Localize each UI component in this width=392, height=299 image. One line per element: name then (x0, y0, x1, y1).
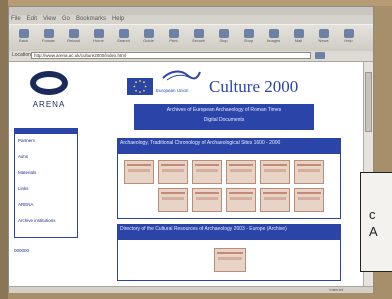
section-header-2[interactable]: Directory of the Cultural Resources of A… (117, 224, 341, 239)
document-thumbnail[interactable] (260, 160, 290, 184)
culture-swirl-icon (162, 70, 201, 81)
visit-counter: 000000 (14, 248, 30, 253)
document-thumbnail[interactable] (192, 188, 222, 212)
menu-help[interactable]: Help (112, 15, 124, 24)
images-icon (268, 29, 279, 38)
nav-header (15, 129, 77, 134)
nav-item-aims[interactable]: Aims (18, 154, 28, 159)
print-button[interactable]: Print (167, 29, 180, 46)
thumbnail-panel-1 (117, 153, 341, 219)
browser-window: File Edit View Go Bookmarks Help Back Fo… (8, 6, 374, 293)
forward-button[interactable]: Forward (42, 29, 55, 46)
stop-icon (218, 29, 229, 38)
document-thumbnail[interactable] (214, 248, 246, 272)
menu-bookmarks[interactable]: Bookmarks (76, 15, 106, 24)
print-icon (168, 29, 179, 38)
status-zone: Internet (329, 287, 343, 292)
menu-view[interactable]: View (43, 15, 56, 24)
document-thumbnail[interactable] (260, 188, 290, 212)
document-thumbnail[interactable] (158, 188, 188, 212)
menu-edit[interactable]: Edit (27, 15, 37, 24)
nav-item-partners[interactable]: Partners (18, 138, 35, 143)
search-icon (118, 29, 129, 38)
navigation-toolbar: Back Forward Reload Home Search Guide Pr… (9, 24, 373, 52)
news-icon (318, 29, 329, 38)
arena-logo-icon (30, 71, 68, 95)
help-button[interactable]: Help (342, 29, 355, 46)
title-bar (9, 7, 373, 15)
address-bar: Location: http://www.arena.ac.uk/culture… (9, 51, 373, 62)
eu-flag-icon (127, 78, 153, 95)
banner-title: Archives of European Archaeology of Roma… (166, 107, 282, 113)
address-label: Location: (12, 52, 33, 58)
document-thumbnail[interactable] (124, 160, 154, 184)
mail-icon (293, 29, 304, 38)
status-bar: Internet (9, 286, 373, 293)
mail-button[interactable]: Mail (292, 29, 305, 46)
eu-caption: European Union (156, 88, 189, 93)
side-navigation: Partners Aims Materials Links ARENA Arch… (14, 128, 78, 238)
culture-2000-title: Culture 2000 (209, 77, 299, 96)
back-button[interactable]: Back (17, 29, 30, 46)
reload-button[interactable]: Reload (67, 29, 80, 46)
thumbnail-panel-2 (117, 239, 341, 281)
shop-icon (243, 29, 254, 38)
news-button[interactable]: News (317, 29, 330, 46)
document-thumbnail[interactable] (226, 188, 256, 212)
home-icon (93, 29, 104, 38)
document-thumbnail[interactable] (192, 160, 222, 184)
nav-item-materials[interactable]: Materials (18, 170, 36, 175)
nav-item-links[interactable]: Links (18, 186, 29, 191)
stop-button[interactable]: Stop (217, 29, 230, 46)
desktop-left-strip (0, 0, 8, 299)
nav-item-archive[interactable]: Archive institutions (18, 218, 56, 223)
page-content: ARENA Partners Aims Materials Links AREN… (9, 62, 363, 286)
go-icon[interactable] (315, 52, 325, 59)
shop-button[interactable]: Shop (242, 29, 255, 46)
logo-text: ARENA (32, 100, 66, 109)
address-input[interactable]: http://www.arena.ac.uk/culture2000/index… (31, 52, 311, 59)
document-thumbnail[interactable] (294, 160, 324, 184)
home-button[interactable]: Home (92, 29, 105, 46)
menu-file[interactable]: File (11, 15, 21, 24)
reload-icon (68, 29, 79, 38)
security-icon (193, 29, 204, 38)
document-thumbnail[interactable] (158, 160, 188, 184)
images-button[interactable]: Images (267, 29, 280, 46)
guide-button[interactable]: Guide (142, 29, 155, 46)
menu-bar: File Edit View Go Bookmarks Help (11, 15, 124, 24)
guide-icon (143, 29, 154, 38)
nav-item-arena[interactable]: ARENA (18, 202, 34, 207)
forward-icon (43, 29, 54, 38)
security-button[interactable]: Security (192, 29, 205, 46)
banner-subtitle: Digital Documents (203, 117, 245, 123)
help-icon (343, 29, 354, 38)
overlay-callout-text: c A (369, 206, 378, 240)
document-thumbnail[interactable] (294, 188, 324, 212)
project-banner[interactable]: Archives of European Archaeology of Roma… (134, 104, 314, 130)
section-header-1[interactable]: Archaeology, Traditional Chronology of A… (117, 138, 341, 153)
menu-go[interactable]: Go (62, 15, 70, 24)
scrollbar-thumb[interactable] (365, 72, 372, 132)
callout-line-2: A (369, 224, 378, 239)
document-thumbnail[interactable] (226, 160, 256, 184)
back-icon (18, 29, 29, 38)
search-button[interactable]: Search (117, 29, 130, 46)
callout-line-1: c (369, 207, 376, 222)
